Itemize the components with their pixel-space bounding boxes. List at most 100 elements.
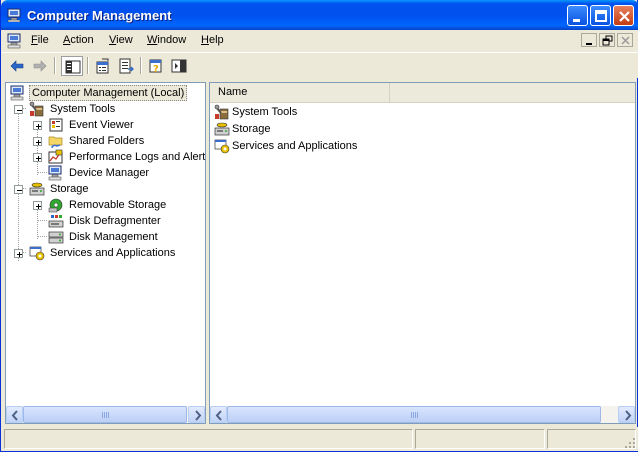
collapse-icon[interactable] bbox=[14, 185, 23, 194]
tree-item-shared-folders[interactable]: Shared Folders bbox=[6, 133, 205, 149]
tree-item-system-tools[interactable]: System Tools bbox=[6, 101, 196, 117]
scroll-thumb[interactable] bbox=[227, 406, 601, 423]
disk-management-icon bbox=[48, 229, 64, 245]
arrow-right-icon bbox=[195, 410, 202, 421]
window-title: Computer Management bbox=[27, 8, 172, 23]
forward-button[interactable] bbox=[29, 56, 51, 76]
event-viewer-icon bbox=[48, 117, 64, 133]
menu-action[interactable]: Action bbox=[63, 34, 94, 46]
show-hide-tree-button[interactable] bbox=[61, 56, 83, 76]
tree-label-device-manager: Device Manager bbox=[69, 167, 150, 179]
status-bar bbox=[2, 427, 638, 451]
scroll-left-button[interactable] bbox=[210, 406, 227, 423]
list-label: Storage bbox=[232, 123, 271, 135]
tree-item-disk-management[interactable]: Disk Management bbox=[6, 229, 205, 245]
help-button[interactable]: ? bbox=[145, 56, 167, 76]
column-header-name[interactable]: Name bbox=[210, 83, 390, 102]
help-icon: ? bbox=[149, 59, 162, 75]
status-cell-3 bbox=[547, 429, 636, 449]
menu-bar: File Action View Window Help bbox=[2, 30, 638, 52]
menu-window[interactable]: Window bbox=[147, 34, 186, 46]
expand-icon[interactable] bbox=[33, 153, 42, 162]
disk-defragmenter-icon bbox=[48, 213, 64, 229]
toolbar: ? bbox=[2, 52, 638, 78]
status-cell-2 bbox=[415, 429, 545, 449]
tree-label-root: Computer Management (Local) bbox=[29, 85, 188, 101]
system-tools-icon bbox=[214, 104, 230, 120]
tree-label-disk-defragmenter: Disk Defragmenter bbox=[69, 215, 161, 227]
show-hide-tree-icon bbox=[65, 60, 81, 74]
title-bar[interactable]: Computer Management bbox=[1, 0, 638, 30]
console-tree-pane[interactable]: Computer Management (Local) System Tools… bbox=[5, 82, 206, 424]
arrow-left-icon bbox=[215, 410, 222, 421]
show-hide-action-pane-icon bbox=[171, 59, 187, 73]
tree-label-storage: Storage bbox=[50, 183, 89, 195]
system-tools-icon bbox=[29, 101, 45, 117]
tree-horizontal-scrollbar[interactable] bbox=[6, 406, 205, 423]
collapse-icon[interactable] bbox=[14, 105, 23, 114]
tree-label-services-apps: Services and Applications bbox=[50, 247, 176, 259]
tree-item-disk-defragmenter[interactable]: Disk Defragmenter bbox=[6, 213, 205, 229]
export-list-button[interactable] bbox=[115, 56, 137, 76]
resize-grip-icon[interactable] bbox=[624, 437, 636, 449]
minimize-button[interactable] bbox=[567, 5, 588, 26]
arrow-right-icon bbox=[625, 410, 632, 421]
arrow-left-icon bbox=[11, 410, 18, 421]
system-menu-icon[interactable] bbox=[7, 33, 23, 52]
maximize-button[interactable] bbox=[590, 5, 611, 26]
services-applications-icon bbox=[214, 138, 230, 154]
scroll-left-button[interactable] bbox=[6, 406, 23, 423]
storage-icon bbox=[214, 121, 230, 137]
performance-logs-icon bbox=[48, 149, 64, 165]
services-applications-icon bbox=[29, 245, 45, 261]
scroll-right-button[interactable] bbox=[618, 406, 635, 423]
show-hide-action-pane-button[interactable] bbox=[168, 56, 190, 76]
scroll-right-button[interactable] bbox=[188, 406, 205, 423]
tree-item-computer-management[interactable]: Computer Management (Local) bbox=[10, 85, 200, 101]
tree-item-services-apps[interactable]: Services and Applications bbox=[6, 245, 205, 261]
list-label: Services and Applications bbox=[232, 140, 358, 152]
shared-folder-icon bbox=[48, 133, 64, 149]
tree-label-removable-storage: Removable Storage bbox=[69, 199, 167, 211]
status-cell-main bbox=[4, 429, 413, 449]
tree-item-device-manager[interactable]: Device Manager bbox=[6, 165, 205, 181]
computer-management-icon bbox=[7, 8, 23, 23]
device-manager-icon bbox=[48, 165, 64, 181]
mdi-minimize-button[interactable] bbox=[581, 33, 597, 47]
svg-text:?: ? bbox=[153, 64, 159, 75]
expand-icon[interactable] bbox=[33, 121, 42, 130]
tree-label-shared-folders: Shared Folders bbox=[69, 135, 145, 147]
expand-icon[interactable] bbox=[33, 137, 42, 146]
expand-icon[interactable] bbox=[14, 249, 23, 258]
tree-label-event-viewer: Event Viewer bbox=[69, 119, 134, 131]
column-header-bar: Name bbox=[210, 83, 635, 103]
expand-icon[interactable] bbox=[33, 201, 42, 210]
list-label: System Tools bbox=[232, 106, 298, 118]
close-button[interactable] bbox=[613, 5, 634, 26]
menu-view[interactable]: View bbox=[109, 34, 133, 46]
tree-item-event-viewer[interactable]: Event Viewer bbox=[6, 117, 205, 133]
properties-icon bbox=[96, 58, 109, 74]
details-pane[interactable]: Name System Tools Storage Services and A… bbox=[209, 82, 636, 424]
tree-item-removable-storage[interactable]: Removable Storage bbox=[6, 197, 205, 213]
details-horizontal-scrollbar[interactable] bbox=[210, 406, 635, 423]
scroll-thumb[interactable] bbox=[23, 406, 187, 423]
tree-item-performance-logs[interactable]: Performance Logs and Alerts bbox=[6, 149, 206, 165]
storage-icon bbox=[29, 181, 45, 197]
tree-item-storage[interactable]: Storage bbox=[6, 181, 196, 197]
computer-management-window: Computer Management File Action View Win… bbox=[0, 0, 638, 452]
export-list-icon bbox=[119, 58, 134, 74]
tree-label-performance-logs: Performance Logs and Alerts bbox=[69, 151, 206, 163]
menu-file[interactable]: File bbox=[31, 34, 49, 46]
properties-button[interactable] bbox=[92, 56, 114, 76]
computer-icon bbox=[10, 85, 26, 101]
back-button[interactable] bbox=[6, 56, 28, 76]
tree-label-system-tools: System Tools bbox=[50, 103, 116, 115]
forward-icon bbox=[33, 60, 47, 72]
mdi-restore-button[interactable] bbox=[599, 33, 615, 47]
mdi-close-button[interactable] bbox=[617, 33, 633, 47]
back-icon bbox=[10, 60, 24, 72]
menu-help[interactable]: Help bbox=[201, 34, 224, 46]
removable-storage-icon bbox=[48, 197, 64, 213]
tree-label-disk-management: Disk Management bbox=[69, 231, 158, 243]
